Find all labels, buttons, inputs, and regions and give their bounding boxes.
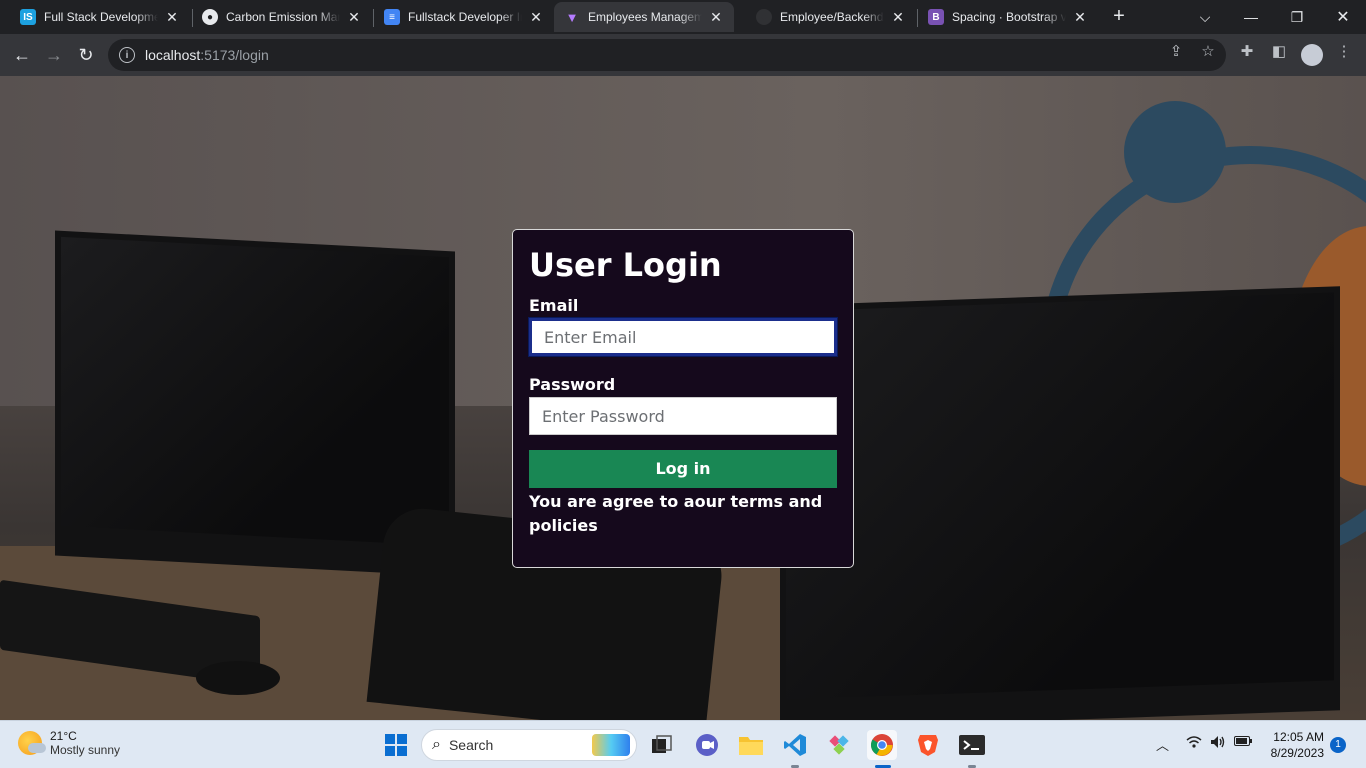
site-info-icon[interactable]: i: [119, 47, 135, 63]
window-close-button[interactable]: ✕: [1320, 0, 1366, 34]
wifi-icon[interactable]: [1186, 735, 1202, 752]
background-monitor-right: [780, 286, 1340, 720]
search-highlight-icon: [592, 734, 630, 756]
bookmark-star-icon[interactable]: ☆: [1199, 42, 1217, 60]
tab-title: Carbon Emission Management: [226, 10, 340, 24]
tab-title: Employee/Backend/index: [780, 10, 884, 24]
tab-favicon-icon: ▼: [565, 9, 579, 25]
tab-favicon-icon: ≡: [384, 9, 400, 25]
share-icon[interactable]: ⇪: [1167, 42, 1185, 60]
tab-search-icon[interactable]: ⌵: [1182, 0, 1228, 34]
clock-date: 8/29/2023: [1270, 746, 1324, 760]
new-tab-button[interactable]: +: [1108, 5, 1130, 27]
close-icon[interactable]: ✕: [1072, 9, 1088, 26]
chrome-icon[interactable]: [867, 730, 897, 760]
file-explorer-icon[interactable]: [736, 730, 766, 760]
password-field[interactable]: [529, 397, 837, 435]
password-label: Password: [529, 375, 616, 394]
forward-button[interactable]: →: [40, 42, 68, 68]
tab-favicon-icon: IS: [20, 9, 36, 25]
minimize-button[interactable]: —: [1228, 0, 1274, 34]
tab-title: Full Stack Development: [44, 10, 158, 24]
login-button[interactable]: Log in: [529, 450, 837, 488]
menu-kebab-icon[interactable]: ⋮: [1335, 42, 1353, 60]
weather-condition: Mostly sunny: [50, 743, 121, 757]
side-panel-icon[interactable]: ◧: [1270, 42, 1288, 60]
url-text: localhost:5173/login: [145, 47, 269, 63]
restore-button[interactable]: ❐: [1274, 0, 1320, 34]
task-view-icon[interactable]: [647, 730, 677, 760]
tab-title: Employees Management: [588, 10, 702, 24]
email-field[interactable]: [529, 318, 837, 356]
browser-toolbar: ← → ↻ i localhost:5173/login ⇪ ☆ ✚ ◧ ⋮: [0, 34, 1366, 76]
vscode-icon[interactable]: [780, 730, 810, 760]
weather-widget[interactable]: 21°C Mostly sunny: [18, 729, 120, 757]
tab-carbon-emission[interactable]: ● Carbon Emission Management ✕: [182, 2, 372, 32]
tab-favicon-icon: ●: [202, 9, 218, 25]
git-client-icon[interactable]: [824, 730, 854, 760]
login-card: User Login Email Password Log in You are…: [512, 229, 854, 568]
tab-fullstack-internship[interactable]: ≡ Fullstack Developer Internship ✕: [364, 2, 554, 32]
tab-full-stack[interactable]: IS Full Stack Development ✕: [0, 2, 190, 32]
tab-title: Spacing · Bootstrap v5: [952, 10, 1066, 24]
system-clock[interactable]: 12:05 AM 8/29/2023: [1262, 729, 1324, 761]
reload-button[interactable]: ↻: [72, 42, 100, 68]
windows-start-icon[interactable]: [381, 730, 411, 760]
tab-favicon-icon: ●: [756, 9, 772, 25]
background-wall-logo-dot: [1124, 101, 1226, 203]
tab-employees-management[interactable]: ▼ Employees Management ✕: [554, 2, 734, 32]
url-path: :5173/login: [200, 47, 269, 63]
clock-time: 12:05 AM: [1273, 730, 1324, 744]
extensions-puzzle-icon[interactable]: ✚: [1238, 42, 1256, 60]
field-gap: [529, 356, 837, 375]
url-host: localhost: [145, 47, 201, 63]
login-title: User Login: [529, 246, 722, 284]
terminal-icon[interactable]: [957, 730, 987, 760]
avatar[interactable]: [1301, 44, 1323, 66]
tab-title: Fullstack Developer Internship: [408, 10, 522, 24]
address-bar[interactable]: i localhost:5173/login: [108, 39, 1226, 71]
volume-icon[interactable]: [1210, 735, 1226, 752]
weather-temp: 21°C: [50, 729, 77, 743]
notification-badge[interactable]: 1: [1330, 737, 1346, 753]
search-placeholder: Search: [448, 737, 494, 753]
close-icon[interactable]: ✕: [346, 9, 362, 26]
back-button[interactable]: ←: [8, 42, 36, 68]
battery-icon[interactable]: [1234, 735, 1252, 750]
tab-employee-backend[interactable]: ● Employee/Backend/index ✕: [736, 2, 916, 32]
bootstrap-icon: B: [928, 9, 944, 25]
email-label: Email: [529, 296, 579, 315]
close-icon[interactable]: ✕: [708, 9, 724, 26]
teams-chat-icon[interactable]: [692, 730, 722, 760]
close-icon[interactable]: ✕: [890, 9, 906, 26]
tab-strip: IS Full Stack Development ✕ ● Carbon Emi…: [0, 0, 1366, 34]
search-icon: ⌕: [432, 736, 441, 753]
tray-chevron-icon[interactable]: ︿: [1156, 735, 1169, 754]
windows-taskbar: 21°C Mostly sunny ⌕ Search ︿ 12:05 AM 8/…: [0, 720, 1366, 768]
weather-sun-icon: [18, 731, 46, 755]
terms-text: You are agree to aour terms and policies: [529, 492, 823, 535]
brave-icon[interactable]: [913, 730, 943, 760]
close-icon[interactable]: ✕: [164, 9, 180, 26]
background-mouse: [196, 661, 280, 695]
taskbar-search[interactable]: ⌕ Search: [421, 729, 637, 761]
tab-spacing-bootstrap[interactable]: B Spacing · Bootstrap v5 ✕: [908, 2, 1098, 32]
close-icon[interactable]: ✕: [528, 9, 544, 26]
